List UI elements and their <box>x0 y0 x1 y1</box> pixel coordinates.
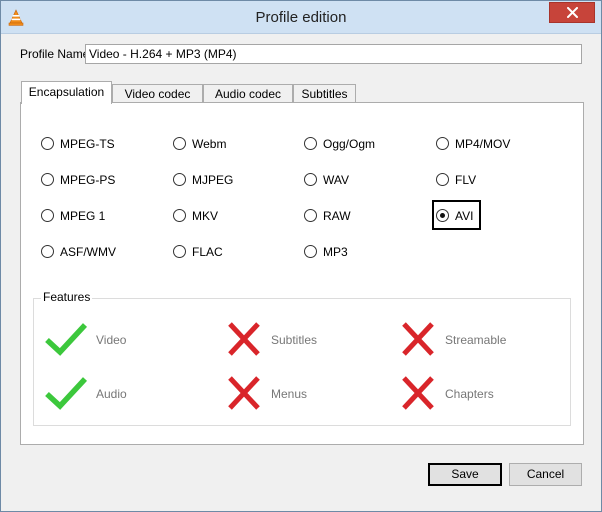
radio-label: MPEG-PS <box>60 173 116 187</box>
feature-menus: Menus <box>227 375 387 415</box>
feature-audio: Audio <box>44 375 204 415</box>
radio-circle <box>173 173 186 186</box>
profile-name-input[interactable] <box>85 44 582 64</box>
feature-label: Menus <box>271 387 308 401</box>
tab-video-codec[interactable]: Video codec <box>112 84 203 103</box>
feature-streamable: Streamable <box>401 321 561 361</box>
tab-audio-codec[interactable]: Audio codec <box>203 84 293 103</box>
tab-subtitles[interactable]: Subtitles <box>293 84 356 103</box>
cross-icon <box>228 322 260 356</box>
radio-label: MP3 <box>323 245 348 259</box>
radio-label: FLAC <box>192 245 223 259</box>
title-bar[interactable]: Profile edition <box>1 1 601 34</box>
radio-label: MPEG-TS <box>60 137 115 151</box>
radio-circle <box>41 209 54 222</box>
radio-label: MJPEG <box>192 173 234 187</box>
feature-subtitles: Subtitles <box>227 321 387 361</box>
window-title: Profile edition <box>255 9 347 26</box>
radio-label: ASF/WMV <box>60 245 116 259</box>
radio-circle <box>41 245 54 258</box>
check-icon <box>45 323 88 356</box>
radio-label: MP4/MOV <box>455 137 511 151</box>
check-icon <box>45 377 88 410</box>
close-icon <box>567 7 578 18</box>
radio-circle <box>436 209 449 222</box>
feature-chapters: Chapters <box>401 375 561 415</box>
profile-edition-window: Profile edition Profile Name Encapsulati… <box>0 0 602 512</box>
cross-icon <box>402 376 434 410</box>
feature-label: Streamable <box>445 333 507 347</box>
features-group: Features Video Subtitles Streamable Audi… <box>33 290 571 426</box>
radio-circle <box>304 245 317 258</box>
radio-circle <box>173 137 186 150</box>
feature-video: Video <box>44 321 204 361</box>
profile-name-label: Profile Name <box>20 47 90 61</box>
close-button[interactable] <box>549 2 595 23</box>
radio-label: WAV <box>323 173 349 187</box>
features-legend: Features <box>41 290 93 304</box>
encapsulation-panel: MPEG-TS Webm Ogg/Ogm MP4/MOV MPEG-PS MJP… <box>20 102 584 445</box>
radio-circle <box>436 173 449 186</box>
radio-circle <box>173 209 186 222</box>
radio-circle <box>304 209 317 222</box>
radio-circle <box>304 173 317 186</box>
cancel-button[interactable]: Cancel <box>509 463 582 486</box>
feature-label: Subtitles <box>271 333 318 347</box>
profile-name-row: Profile Name <box>20 44 583 64</box>
radio-label: AVI <box>455 209 474 223</box>
radio-label: Ogg/Ogm <box>323 137 376 151</box>
radio-circle <box>41 173 54 186</box>
radio-circle <box>173 245 186 258</box>
save-button[interactable]: Save <box>428 463 502 486</box>
radio-dot <box>440 213 445 218</box>
radio-circle <box>304 137 317 150</box>
radio-label: Webm <box>192 137 227 151</box>
cross-icon <box>228 376 260 410</box>
feature-label: Video <box>96 333 127 347</box>
radio-label: RAW <box>323 209 351 223</box>
radio-circle <box>436 137 449 150</box>
radio-label: MKV <box>192 209 219 223</box>
radio-circle <box>41 137 54 150</box>
radio-label: FLV <box>455 173 477 187</box>
radio-label: MPEG 1 <box>60 209 106 223</box>
feature-label: Audio <box>96 387 127 401</box>
cross-icon <box>402 322 434 356</box>
feature-label: Chapters <box>445 387 494 401</box>
tab-encapsulation[interactable]: Encapsulation <box>21 81 112 104</box>
